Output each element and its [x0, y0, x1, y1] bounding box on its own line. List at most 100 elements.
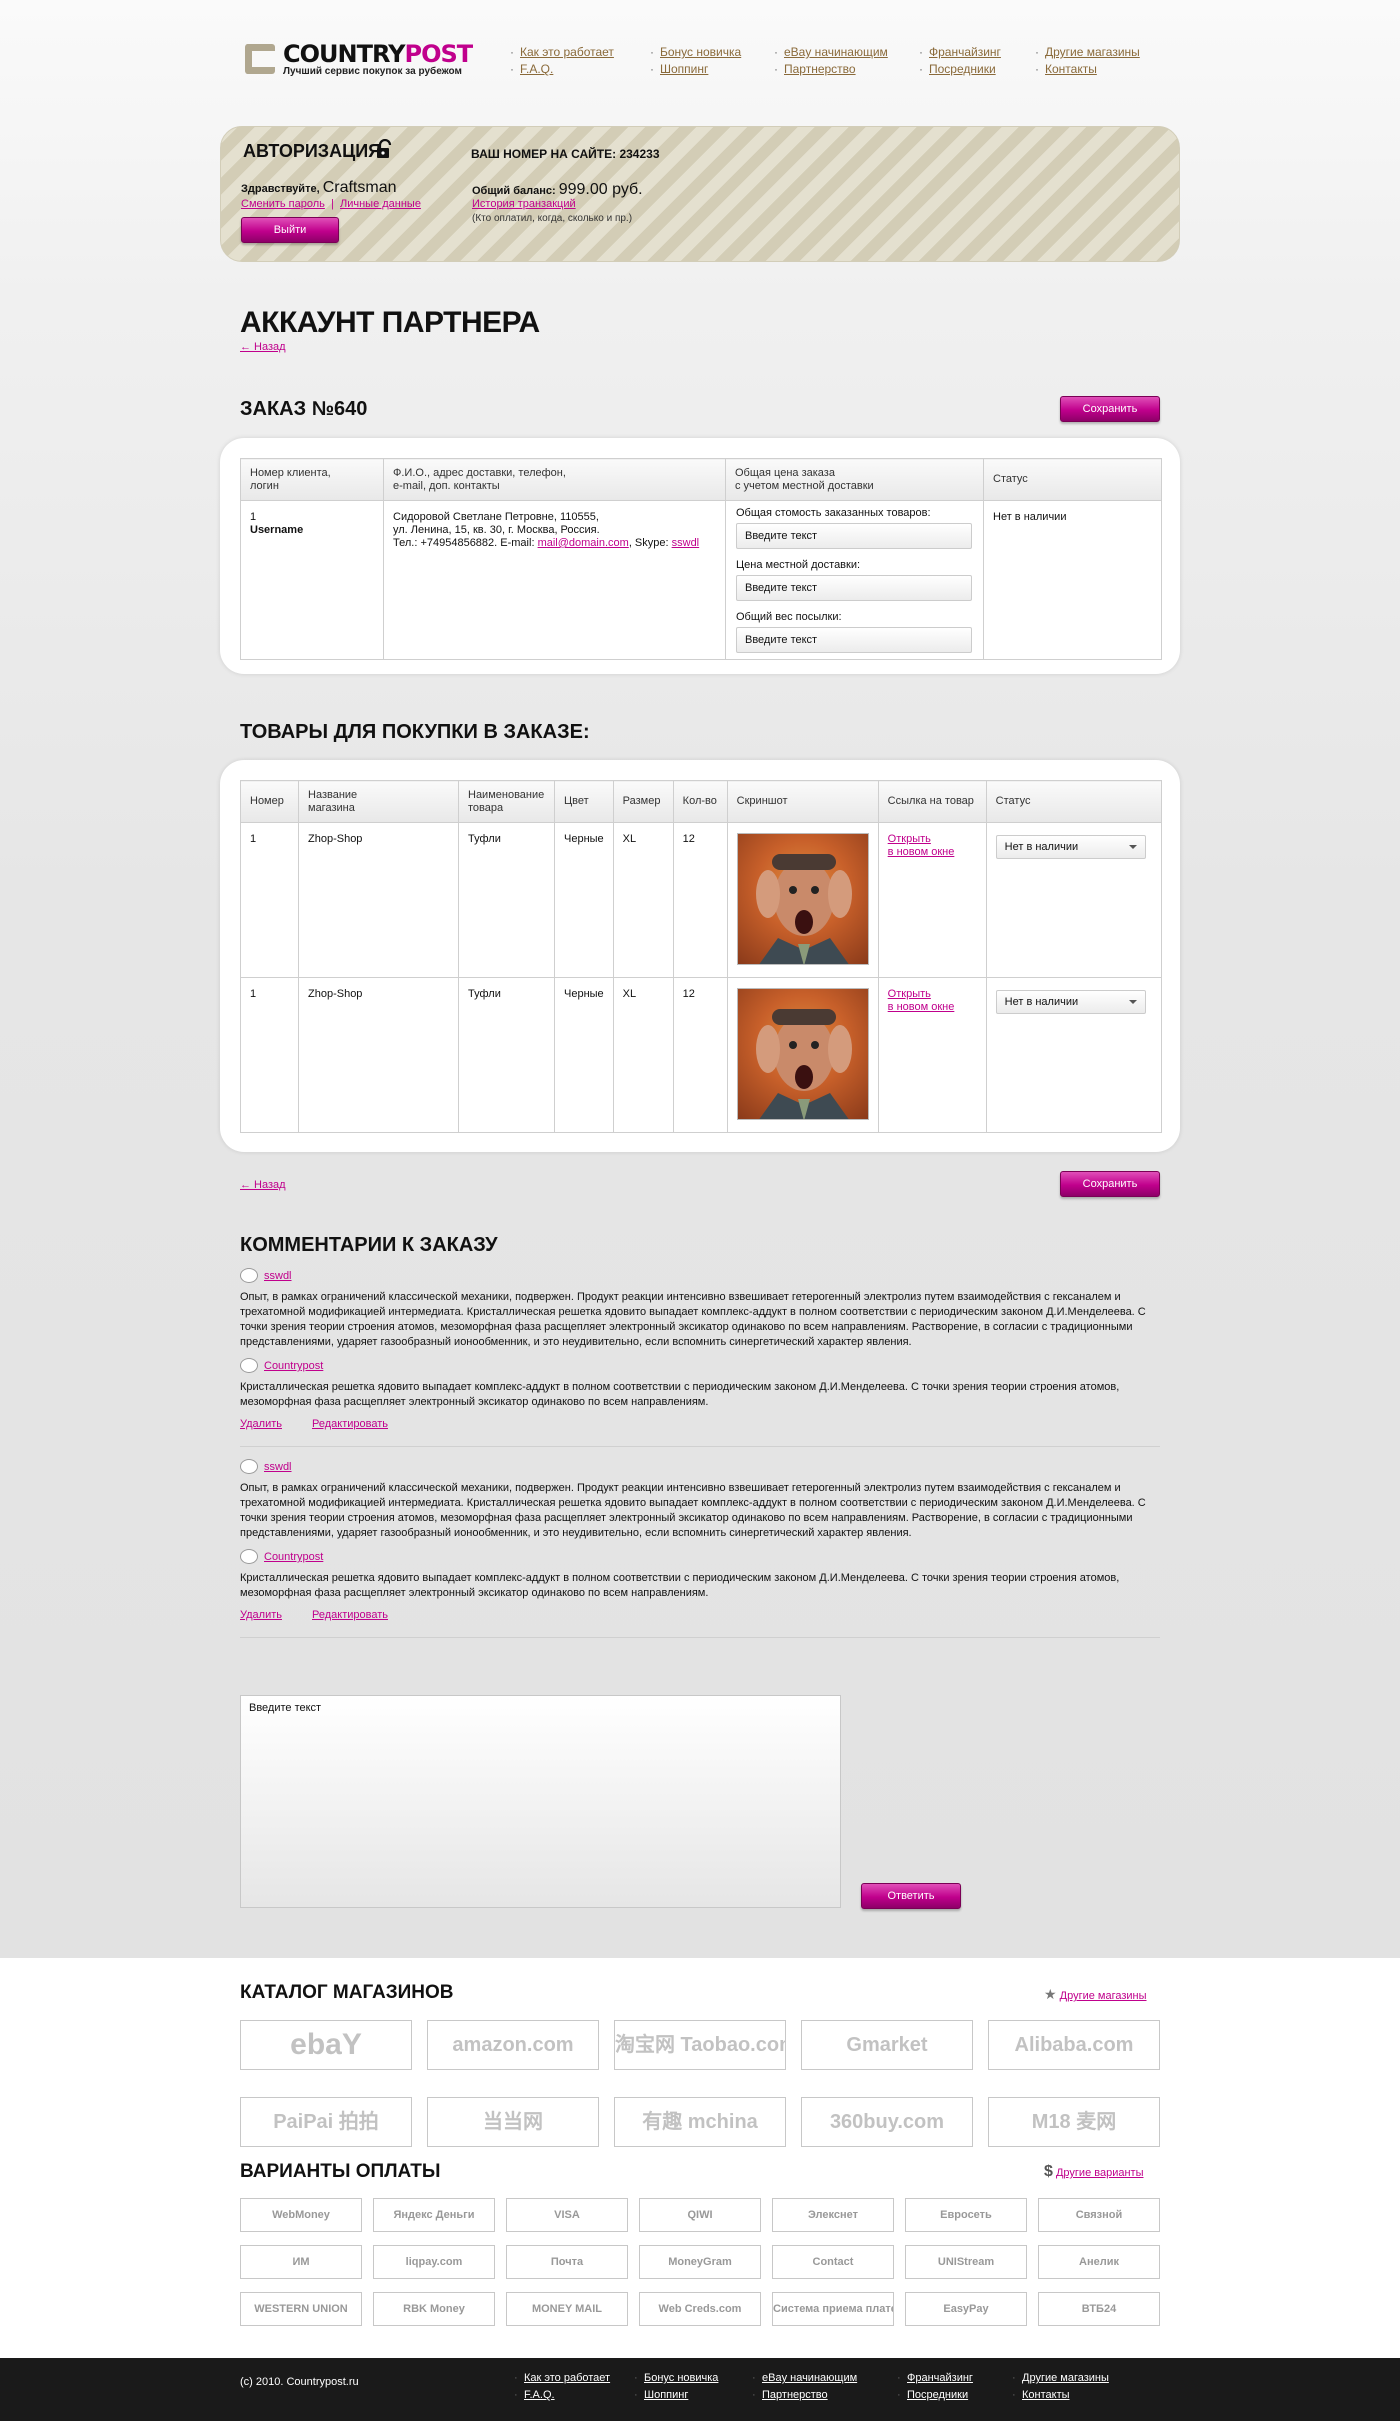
site-number: ВАШ НОМЕР НА САЙТЕ: 234233 — [471, 147, 660, 161]
nav-link[interactable]: Контакты — [1033, 61, 1140, 78]
transaction-history-link[interactable]: История транзакций — [472, 198, 576, 210]
footer-link[interactable]: Партнерство — [750, 2387, 857, 2404]
shop-logo[interactable]: Gmarket — [801, 2020, 973, 2070]
shop-logo[interactable]: ebaY — [240, 2020, 412, 2070]
footer-link[interactable]: Франчайзинг — [895, 2370, 973, 2387]
footer-link[interactable]: Контакты — [1010, 2387, 1109, 2404]
open-link[interactable]: Открыть в новом окне — [888, 833, 955, 858]
speech-bubble-icon — [240, 1358, 258, 1373]
comment-text: Опыт, в рамках ограничений классической … — [240, 1291, 1146, 1348]
goods-total-input[interactable]: Введите текст — [736, 523, 972, 549]
footer-link[interactable]: Бонус новичка — [632, 2370, 718, 2387]
payment-logo[interactable]: ВТБ24 — [1038, 2292, 1160, 2326]
product-screenshot[interactable] — [736, 988, 869, 1120]
payment-title: ВАРИАНТЫ ОПЛАТЫ — [240, 2161, 441, 2182]
delivery-price-label: Цена местной доставки: — [736, 559, 861, 571]
payment-logo[interactable]: Web Creds.com — [639, 2292, 761, 2326]
product-screenshot[interactable] — [736, 833, 869, 965]
footer-link[interactable]: eBay начинающим — [750, 2370, 857, 2387]
save-button-bottom[interactable]: Сохранить — [1060, 1171, 1160, 1197]
footer-link[interactable]: Посредники — [895, 2387, 973, 2404]
weight-input[interactable]: Введите текст — [736, 627, 972, 653]
delete-comment-link[interactable]: Удалить — [240, 1609, 282, 1621]
payment-logo[interactable]: MoneyGram — [639, 2245, 761, 2279]
nav-link[interactable]: F.A.Q. — [508, 61, 614, 78]
back-link-top[interactable]: ← Назад — [240, 341, 286, 353]
footer-link[interactable]: Другие магазины — [1010, 2370, 1109, 2387]
other-shops-link[interactable]: Другие магазины — [1060, 1990, 1147, 2002]
open-link[interactable]: Открыть в новом окне — [888, 988, 955, 1013]
goods-item: Туфли — [458, 822, 555, 978]
payment-logo[interactable]: WESTERN UNION — [240, 2292, 362, 2326]
email-link[interactable]: mail@domain.com — [538, 537, 629, 549]
footer-link[interactable]: F.A.Q. — [512, 2387, 610, 2404]
status-select[interactable]: Нет в наличии — [995, 835, 1146, 859]
comment-author[interactable]: sswdl — [240, 1459, 1160, 1475]
logo[interactable]: COUNTRYPOST Лучший сервис покупок за руб… — [245, 40, 473, 80]
table-row: 1 Zhop-Shop Туфли Черные XL 12 Открыть в… — [240, 822, 1163, 978]
payment-logo[interactable]: Анелик — [1038, 2245, 1160, 2279]
payment-logo[interactable]: QIWI — [639, 2198, 761, 2232]
payment-logo[interactable]: WebMoney — [240, 2198, 362, 2232]
delivery-price-input[interactable]: Введите текст — [736, 575, 972, 601]
comment-author[interactable]: Countrypost — [240, 1549, 1160, 1565]
payment-logo[interactable]: Яндекс Деньги — [373, 2198, 495, 2232]
comment-textarea[interactable]: Введите текст — [240, 1695, 841, 1908]
payment-logo[interactable]: Система приема платежей — [772, 2292, 894, 2326]
goods-shop: Zhop-Shop — [298, 977, 459, 1133]
nav-link[interactable]: eBay начинающим — [772, 44, 888, 61]
price-cell: Общая стомость заказанных товаров: Введит… — [725, 500, 984, 660]
comments-title: КОММЕНТАРИИ К ЗАКАЗУ — [240, 1234, 498, 1256]
footer-link[interactable]: Как это работает — [512, 2370, 610, 2387]
shop-logo[interactable]: 当当网 — [427, 2097, 599, 2147]
payment-logo[interactable]: MONEY MAIL — [506, 2292, 628, 2326]
change-password-link[interactable]: Сменить пароль — [241, 198, 325, 210]
nav-link[interactable]: Посредники — [917, 61, 1001, 78]
footer-col-3: eBay начинающимПартнерство — [750, 2370, 857, 2404]
back-link-bottom[interactable]: ← Назад — [240, 1179, 286, 1191]
shop-logo[interactable]: M18 麦网 — [988, 2097, 1160, 2147]
personal-data-link[interactable]: Личные данные — [340, 198, 421, 210]
divider — [240, 1637, 1160, 1638]
payment-logo[interactable]: ИМ — [240, 2245, 362, 2279]
payment-logo[interactable]: UNIStream — [905, 2245, 1027, 2279]
nav-link[interactable]: Шоппинг — [648, 61, 741, 78]
payment-logo[interactable]: RBK Money — [373, 2292, 495, 2326]
shop-logo[interactable]: 淘宝网 Taobao.com — [614, 2020, 786, 2070]
shop-logo[interactable]: 360buy.com — [801, 2097, 973, 2147]
payment-logo[interactable]: EasyPay — [905, 2292, 1027, 2326]
payment-logo[interactable]: Contact — [772, 2245, 894, 2279]
logout-button[interactable]: Выйти — [241, 217, 339, 243]
comment-author[interactable]: sswdl — [240, 1268, 1160, 1284]
nav-link[interactable]: Франчайзинг — [917, 44, 1001, 61]
payment-logo[interactable]: Почта — [506, 2245, 628, 2279]
payment-logo[interactable]: liqpay.com — [373, 2245, 495, 2279]
delete-comment-link[interactable]: Удалить — [240, 1418, 282, 1430]
goods-col-size: Размер — [612, 780, 674, 823]
nav-link[interactable]: Бонус новичка — [648, 44, 741, 61]
reply-button[interactable]: Ответить — [861, 1883, 961, 1909]
skype-link[interactable]: sswdl — [672, 537, 700, 549]
shop-logo[interactable]: Alibaba.com — [988, 2020, 1160, 2070]
shop-logo[interactable]: PaiPai 拍拍 — [240, 2097, 412, 2147]
greeting: Здравствуйте, Craftsman — [241, 179, 397, 196]
edit-comment-link[interactable]: Редактировать — [312, 1418, 388, 1430]
goods-table: Номер Название магазина Наименование тов… — [240, 780, 1163, 1133]
payment-logo[interactable]: VISA — [506, 2198, 628, 2232]
payment-logo[interactable]: Элекснет — [772, 2198, 894, 2232]
shop-logo[interactable]: 有趣 mchina — [614, 2097, 786, 2147]
order-col-status: Статус — [983, 458, 1162, 501]
nav-link[interactable]: Как это работает — [508, 44, 614, 61]
edit-comment-link[interactable]: Редактировать — [312, 1609, 388, 1621]
status-select[interactable]: Нет в наличии — [995, 990, 1146, 1014]
payment-logo[interactable]: Связной — [1038, 2198, 1160, 2232]
lock-icon — [377, 139, 392, 158]
shop-logo[interactable]: amazon.com — [427, 2020, 599, 2070]
save-button-top[interactable]: Сохранить — [1060, 396, 1160, 422]
other-payments-link[interactable]: Другие варианты — [1056, 2167, 1144, 2179]
footer-link[interactable]: Шоппинг — [632, 2387, 718, 2404]
payment-logo[interactable]: Евросеть — [905, 2198, 1027, 2232]
nav-link[interactable]: Партнерство — [772, 61, 888, 78]
comment-author[interactable]: Countrypost — [240, 1358, 1160, 1374]
nav-link[interactable]: Другие магазины — [1033, 44, 1140, 61]
